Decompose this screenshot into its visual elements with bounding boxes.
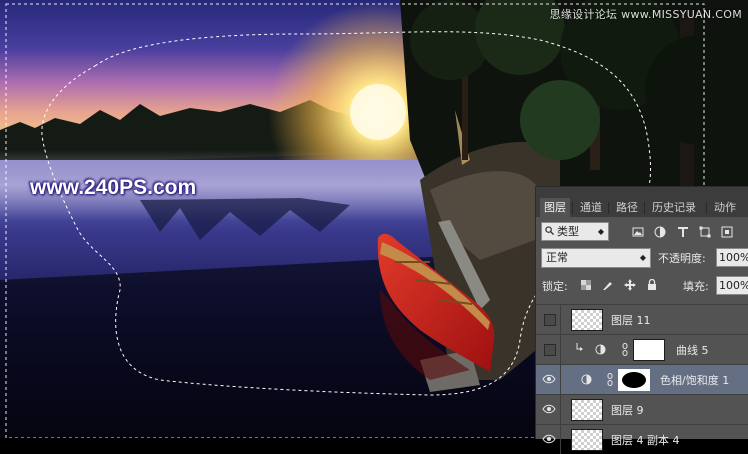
lock-pixels-icon[interactable] (602, 279, 614, 291)
lock-all-icon[interactable] (646, 279, 658, 291)
layer-name: 色相/饱和度 1 (660, 374, 730, 387)
search-icon (545, 226, 554, 235)
layer-row-curves-5[interactable]: 曲线 5 (536, 334, 748, 364)
layer-row-layer-11[interactable]: 图层 11 (536, 304, 748, 334)
mask-thumbnail (618, 369, 650, 391)
tab-actions[interactable]: 动作 (710, 198, 740, 217)
clipping-mask-arrow-icon (576, 343, 583, 351)
layer-filter-select[interactable]: 类型 ◆ (541, 222, 609, 241)
filter-value: 类型 (557, 225, 579, 238)
fill-label: 填充: (683, 280, 709, 293)
layer-row-hue-saturation-1[interactable]: 色相/饱和度 1 (536, 364, 748, 394)
smart-object-filter-icon[interactable] (721, 226, 733, 238)
layer-thumbnail (571, 309, 603, 331)
layer-row-layer-4-copy-4[interactable]: 图层 4 副本 4 (536, 424, 748, 454)
layer-name: 曲线 5 (676, 344, 709, 357)
chevron-updown-icon: ◆ (639, 253, 646, 262)
chevron-updown-icon: ◆ (597, 227, 604, 236)
lock-position-icon[interactable] (624, 279, 636, 291)
lock-label: 锁定: (542, 280, 568, 293)
visibility-toggle[interactable] (536, 425, 561, 454)
link-chain-icon[interactable] (622, 343, 628, 356)
opacity-label: 不透明度: (658, 252, 706, 265)
layer-thumbnail (571, 429, 603, 451)
shape-filter-icon[interactable] (699, 226, 711, 238)
tab-paths[interactable]: 路径 (612, 198, 642, 217)
adjustment-layer-icon (581, 374, 592, 385)
blend-mode-value: 正常 (546, 251, 568, 264)
image-filter-icon[interactable] (632, 226, 644, 238)
eye-icon (542, 374, 556, 384)
text-filter-icon[interactable] (677, 226, 689, 238)
adjustment-filter-icon[interactable] (654, 226, 666, 238)
lock-transparency-icon[interactable] (580, 279, 592, 291)
visibility-toggle[interactable] (536, 305, 561, 334)
hidden-visibility-box (544, 344, 556, 356)
tab-history[interactable]: 历史记录 (648, 198, 700, 217)
layer-name: 图层 4 副本 4 (611, 434, 680, 447)
layers-panel: 图层 通道 路径 历史记录 动作 类型 ◆ 正常 ◆ 不透明度: 100% 锁定… (535, 186, 748, 454)
hidden-visibility-box (544, 314, 556, 326)
opacity-field[interactable]: 100% (716, 248, 748, 267)
link-chain-icon[interactable] (607, 373, 613, 386)
watermark-top: 思缘设计论坛 www.MISSYUAN.COM (549, 8, 742, 21)
visibility-toggle[interactable] (536, 395, 561, 424)
blend-mode-row: 正常 ◆ 不透明度: 100% (536, 245, 748, 269)
eye-icon (542, 404, 556, 414)
panel-tab-bar: 图层 通道 路径 历史记录 动作 (536, 187, 748, 217)
layer-filter-row: 类型 ◆ (536, 219, 748, 243)
tab-layers[interactable]: 图层 (540, 198, 570, 217)
adjustment-layer-icon (595, 344, 606, 355)
layer-row-layer-9[interactable]: 图层 9 (536, 394, 748, 424)
layer-name: 图层 11 (611, 314, 651, 327)
layer-name: 图层 9 (611, 404, 644, 417)
site-watermark: www.240PS.com (30, 176, 197, 199)
visibility-toggle[interactable] (536, 335, 561, 364)
visibility-toggle[interactable] (536, 365, 561, 394)
mask-shape (622, 372, 646, 388)
blend-mode-select[interactable]: 正常 ◆ (541, 248, 651, 268)
lock-fill-row: 锁定: 填充: 100% (536, 273, 748, 297)
tab-channels[interactable]: 通道 (576, 198, 606, 217)
fill-field[interactable]: 100% (716, 276, 748, 295)
mask-thumbnail (633, 339, 665, 361)
eye-icon (542, 434, 556, 444)
layer-thumbnail (571, 399, 603, 421)
